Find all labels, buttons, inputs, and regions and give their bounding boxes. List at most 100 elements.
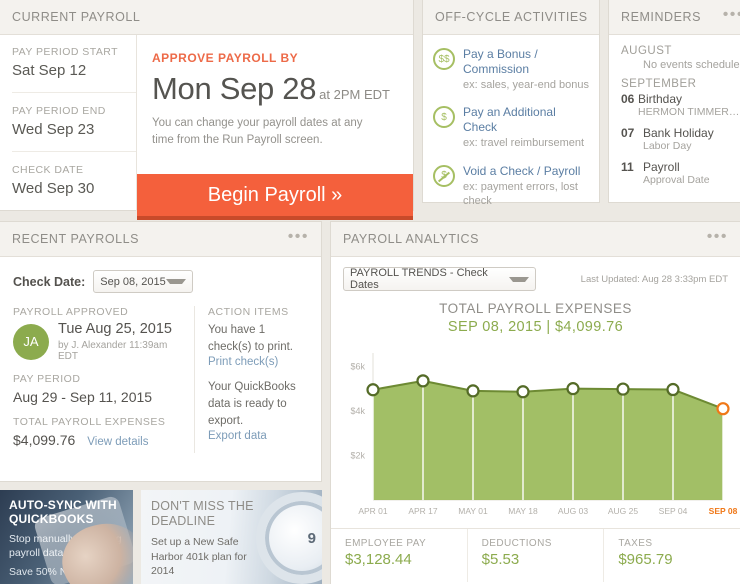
- list-item[interactable]: $$ Pay a Bonus / Commission ex: sales, y…: [433, 47, 589, 92]
- svg-text:MAY 18: MAY 18: [508, 506, 538, 516]
- ellipsis-icon[interactable]: •••: [288, 228, 309, 246]
- svg-text:SEP 08: SEP 08: [709, 506, 738, 516]
- employee-pay-value: $3,128.44: [345, 551, 412, 568]
- payroll-dates-note: You can change your payroll dates at any…: [152, 117, 363, 146]
- pay-period-end-block: PAY PERIOD END Wed Sep 23: [12, 92, 136, 138]
- view-details-link[interactable]: View details: [87, 436, 148, 448]
- approved-by: by J. Alexander 11:39am EDT: [58, 339, 168, 362]
- check-date-value: Wed Sep 30: [12, 180, 95, 197]
- check-date-label: CHECK DATE: [12, 164, 84, 176]
- employee-pay-label: EMPLOYEE PAY: [345, 538, 427, 549]
- svg-text:AUG 03: AUG 03: [558, 506, 589, 516]
- check-date-filter: Check Date: Sep 08, 2015: [13, 270, 309, 293]
- current-payroll-header: CURRENT PAYROLL: [0, 0, 413, 35]
- last-updated-text: Last Updated: Aug 28 3:33pm EDT: [580, 273, 728, 285]
- approve-payroll-by-label: APPROVE PAYROLL BY: [152, 51, 299, 65]
- action-items-label: ACTION ITEMS: [208, 306, 289, 318]
- list-item[interactable]: 07 Bank Holiday Labor Day: [621, 126, 740, 154]
- reminder-detail: Payroll Approval Date: [643, 160, 710, 188]
- svg-text:$4k: $4k: [350, 406, 365, 416]
- reminder-sub: Labor Day: [643, 140, 692, 153]
- pay-period-end-label: PAY PERIOD END: [12, 105, 106, 117]
- reminder-sub: Approval Date: [643, 174, 710, 187]
- action-items-column: ACTION ITEMS You have 1 check(s) to prin…: [195, 306, 309, 453]
- dollar-dollar-icon: $$: [433, 48, 455, 70]
- action-item: You have 1 check(s) to print. Print chec…: [208, 322, 309, 368]
- off-cycle-list: $$ Pay a Bonus / Commission ex: sales, y…: [423, 35, 599, 208]
- reminders-august-empty: No events scheduled: [643, 59, 740, 71]
- ellipsis-icon[interactable]: •••: [707, 228, 728, 246]
- approve-deadline-date: Mon Sep 28: [152, 71, 317, 106]
- reminder-name: Payroll: [643, 160, 680, 175]
- reminders-card: REMINDERS ••• AUGUST No events scheduled…: [608, 0, 740, 203]
- pay-bonus-example: ex: sales, year-end bonus: [463, 79, 589, 91]
- payroll-approved-label: PAYROLL APPROVED: [13, 306, 129, 318]
- chart-subtitle: SEP 08, 2015 | $4,099.76: [447, 319, 624, 335]
- quickbooks-promo-banner[interactable]: AUTO-SYNC WITH QUICKBOOKS Stop manually …: [0, 490, 133, 584]
- taxes-label: TAXES: [618, 538, 653, 549]
- begin-payroll-button[interactable]: Begin Payroll »: [137, 174, 413, 220]
- svg-text:APR 17: APR 17: [408, 506, 438, 516]
- reminder-name: Bank Holiday: [643, 126, 714, 141]
- chart-title: TOTAL PAYROLL EXPENSES: [439, 301, 632, 316]
- action-item: Your QuickBooks data is ready to export.…: [208, 379, 309, 442]
- list-item[interactable]: $ Pay an Additional Check ex: travel rei…: [433, 105, 589, 150]
- check-date-select[interactable]: Sep 08, 2015: [93, 270, 193, 293]
- svg-text:$2k: $2k: [350, 450, 365, 460]
- pay-additional-check-example: ex: travel reimbursement: [463, 137, 585, 150]
- recent-payrolls-card: RECENT PAYROLLS ••• Check Date: Sep 08, …: [0, 221, 322, 482]
- svg-text:SEP 04: SEP 04: [659, 506, 688, 516]
- recent-payrolls-header: RECENT PAYROLLS •••: [0, 222, 321, 257]
- export-data-link[interactable]: Export data: [208, 430, 309, 442]
- avatar: JA: [13, 323, 49, 360]
- report-type-select-value: PAYROLL TRENDS - Check Dates: [350, 267, 488, 291]
- action-item-text: Your QuickBooks data is ready to export.: [208, 381, 296, 427]
- pay-additional-check-link[interactable]: Pay an Additional Check: [463, 105, 589, 135]
- 401k-promo-banner[interactable]: 9 DON'T MISS THE DEADLINE Set up a New S…: [141, 490, 322, 584]
- pay-period-start-value: Sat Sep 12: [12, 62, 87, 79]
- deductions-label: DEDUCTIONS: [481, 538, 552, 549]
- list-item[interactable]: 06 Birthday HERMON TIMMERM...: [621, 92, 740, 120]
- reminders-title: REMINDERS: [621, 10, 701, 24]
- pay-bonus-link[interactable]: Pay a Bonus / Commission: [463, 47, 589, 77]
- off-cycle-item-text: Pay a Bonus / Commission ex: sales, year…: [463, 47, 589, 92]
- print-checks-link[interactable]: Print check(s): [208, 356, 309, 368]
- current-payroll-card: CURRENT PAYROLL PAY PERIOD START Sat Sep…: [0, 0, 414, 220]
- check-date-select-value: Sep 08, 2015: [100, 275, 166, 288]
- svg-text:APR 01: APR 01: [358, 506, 388, 516]
- void-check-link[interactable]: Void a Check / Payroll: [463, 164, 589, 179]
- void-dollar-icon: $: [433, 164, 455, 187]
- reminder-detail: Birthday HERMON TIMMERM...: [638, 92, 740, 120]
- off-cycle-item-text: Pay an Additional Check ex: travel reimb…: [463, 105, 589, 150]
- deductions-stat: DEDUCTIONS $5.53: [468, 529, 605, 582]
- deductions-value: $5.53: [481, 551, 520, 568]
- svg-text:AUG 25: AUG 25: [608, 506, 639, 516]
- taxes-stat: TAXES $965.79: [604, 529, 740, 582]
- recent-payrolls-body: Check Date: Sep 08, 2015 PAYROLL APPROVE…: [0, 257, 321, 454]
- off-cycle-activities-card: OFF-CYCLE ACTIVITIES $$ Pay a Bonus / Co…: [422, 0, 600, 207]
- pay-period-start-label: PAY PERIOD START: [12, 46, 119, 58]
- report-type-select[interactable]: PAYROLL TRENDS - Check Dates: [343, 267, 536, 291]
- reminders-header: REMINDERS •••: [609, 0, 740, 35]
- pay-period-value: Aug 29 - Sep 11, 2015: [13, 388, 153, 405]
- reminder-name: Birthday: [638, 92, 683, 106]
- payroll-trends-chart[interactable]: $2k $4k $6k APR 01 APR 17 MAY 01 MAY 18 AUG 03 A…: [331, 343, 740, 528]
- payroll-dates-column: PAY PERIOD START Sat Sep 12 PAY PERIOD E…: [0, 35, 137, 211]
- check-date-filter-label: Check Date:: [13, 274, 86, 289]
- list-item[interactable]: 11 Payroll Approval Date: [621, 160, 740, 188]
- reminders-month-september: SEPTEMBER: [621, 78, 697, 90]
- pay-period-end-value: Wed Sep 23: [12, 121, 95, 138]
- void-check-example: ex: payment errors, lost check: [463, 180, 578, 207]
- chart-svg: $2k $4k $6k APR 01 APR 17 MAY 01 MAY 18 AUG 03 A…: [350, 353, 738, 516]
- payroll-dashboard: CURRENT PAYROLL PAY PERIOD START Sat Sep…: [0, 0, 740, 584]
- pay-period-label: PAY PERIOD: [13, 372, 81, 385]
- reminder-detail: Bank Holiday Labor Day: [643, 126, 714, 154]
- payroll-analytics-card: PAYROLL ANALYTICS ••• PAYROLL TRENDS - C…: [330, 221, 740, 584]
- pay-period-start-block: PAY PERIOD START Sat Sep 12: [12, 46, 136, 79]
- approve-deadline: Mon Sep 28 at 2PM EDT: [152, 71, 395, 107]
- recent-payrolls-columns: PAYROLL APPROVED JA Tue Aug 25, 2015 by …: [13, 306, 309, 454]
- approve-deadline-time: at 2PM EDT: [319, 87, 390, 102]
- total-payroll-expenses-label: TOTAL PAYROLL EXPENSES: [13, 415, 166, 428]
- ellipsis-icon[interactable]: •••: [723, 6, 740, 24]
- list-item[interactable]: $ Void a Check / Payroll ex: payment err…: [433, 164, 589, 209]
